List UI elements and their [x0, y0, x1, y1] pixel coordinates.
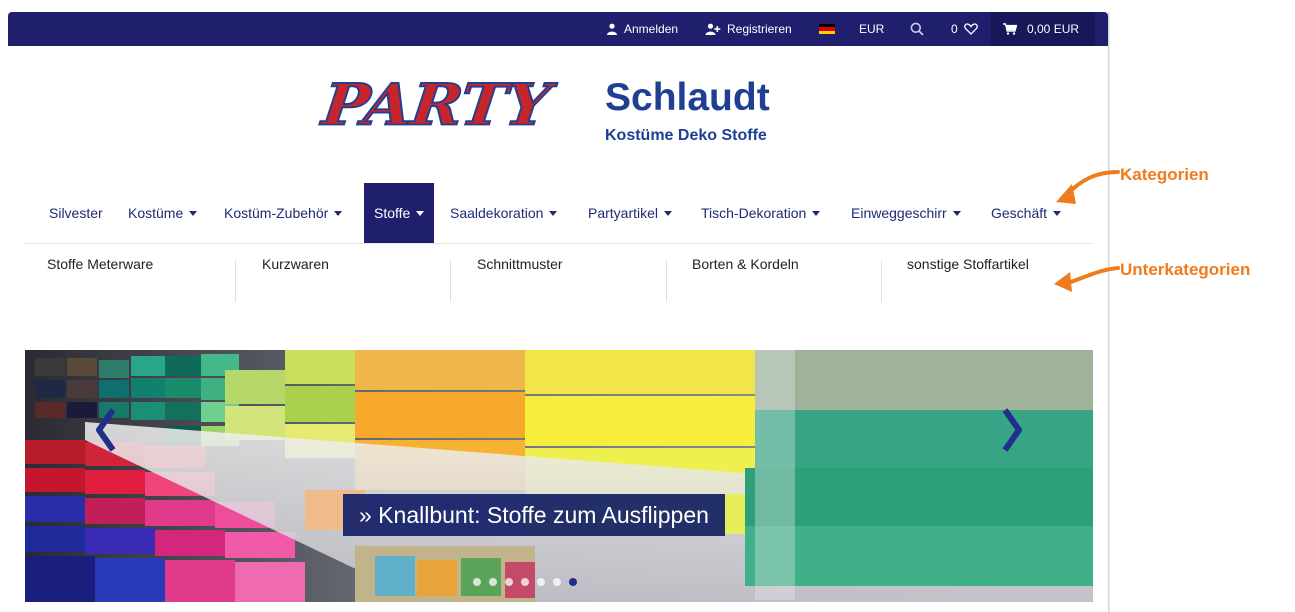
caret-down-icon	[334, 211, 343, 216]
subcategory-schnittmuster[interactable]: Schnittmuster	[455, 256, 563, 302]
subcategory-borten-kordeln[interactable]: Borten & Kordeln	[670, 256, 799, 302]
category-label: Saaldekoration	[450, 205, 544, 221]
currency-selector[interactable]: EUR	[859, 12, 884, 46]
slider-dot[interactable]	[505, 578, 513, 586]
logo-name-text: Schlaudt	[605, 76, 770, 119]
subcategory-label: sonstige Stoffartikel	[907, 256, 1029, 272]
subcategory-stoffe-meterware[interactable]: Stoffe Meterware	[25, 256, 153, 302]
category-label: Kostüme	[128, 205, 184, 221]
wishlist-button[interactable]: 0	[951, 12, 978, 46]
category-label: Silvester	[49, 205, 103, 221]
search-button[interactable]	[910, 12, 924, 46]
category-label: Stoffe	[374, 205, 411, 221]
caret-down-icon	[952, 211, 961, 216]
slider-dot[interactable]	[473, 578, 481, 586]
subcategory-kurzwaren[interactable]: Kurzwaren	[240, 256, 329, 302]
register-label: Registrieren	[727, 22, 792, 36]
slider-dots	[473, 578, 577, 586]
slider-caption[interactable]: » Knallbunt: Stoffe zum Ausflippen	[343, 494, 725, 536]
logo-party-text: PARTY	[318, 70, 554, 139]
slider-dot[interactable]	[553, 578, 561, 586]
wishlist-count: 0	[951, 22, 958, 36]
category-label: Einweggeschirr	[851, 205, 947, 221]
category-label: Tisch-Dekoration	[701, 205, 807, 221]
slider-caption-text: » Knallbunt: Stoffe zum Ausflippen	[359, 501, 709, 528]
cart-icon	[1003, 23, 1018, 35]
subcategory-sonstige-stoffartikel[interactable]: sonstige Stoffartikel	[885, 256, 1029, 302]
caret-down-icon	[189, 211, 198, 216]
category-silvester[interactable]: Silvester	[49, 183, 103, 243]
cart-button[interactable]: 0,00 EUR	[991, 12, 1095, 46]
subcategory-divider	[450, 260, 451, 302]
category-stoffe[interactable]: Stoffe	[364, 183, 435, 243]
annotation-categories: Kategorien	[1120, 165, 1209, 184]
subcategory-divider	[235, 260, 236, 302]
subcategory-panel: Stoffe Meterware Kurzwaren Schnittmuster…	[25, 243, 1093, 344]
german-flag-icon	[819, 24, 835, 34]
category-nav: Silvester Kostüme Kostüm-Zubehör Stoffe …	[8, 183, 1108, 243]
category-kostuem-zubehoer[interactable]: Kostüm-Zubehör	[224, 183, 343, 243]
annotation-arrows	[1054, 170, 1120, 292]
subcategory-label: Borten & Kordeln	[692, 256, 799, 272]
slider-dot[interactable]	[521, 578, 529, 586]
annotation-arrow-categories	[1064, 170, 1120, 198]
category-saaldekoration[interactable]: Saaldekoration	[450, 183, 558, 243]
category-label: Kostüm-Zubehör	[224, 205, 329, 221]
register-link[interactable]: Registrieren	[705, 12, 792, 46]
subcategory-label: Schnittmuster	[477, 256, 563, 272]
fabric-shelf-image	[25, 350, 1093, 602]
currency-label: EUR	[859, 22, 885, 36]
login-label: Anmelden	[624, 22, 679, 36]
shop-window: Anmelden Registrieren EUR 0 0,00 EUR PAR…	[8, 12, 1108, 612]
slider-dot-active[interactable]	[569, 578, 577, 586]
caret-down-icon	[812, 211, 821, 216]
language-selector[interactable]	[819, 12, 835, 46]
slider-dot[interactable]	[489, 578, 497, 586]
arrow-head-icon	[1054, 272, 1072, 292]
category-einweggeschirr[interactable]: Einweggeschirr	[851, 183, 961, 243]
caret-down-icon	[664, 211, 673, 216]
caret-down-icon	[549, 211, 558, 216]
slider-next-button[interactable]	[997, 400, 1027, 460]
subcategory-label: Kurzwaren	[262, 256, 329, 272]
category-label: Geschäft	[991, 205, 1048, 221]
subcategory-label: Stoffe Meterware	[47, 256, 154, 272]
category-kostueme[interactable]: Kostüme	[128, 183, 198, 243]
annotation-subcategories: Unterkategorien	[1120, 260, 1251, 279]
search-icon	[910, 22, 924, 36]
caret-down-icon	[416, 211, 425, 216]
hero-slider: » Knallbunt: Stoffe zum Ausflippen	[25, 350, 1093, 602]
category-label: Partyartikel	[588, 205, 659, 221]
heart-icon	[963, 23, 978, 35]
slider-dot[interactable]	[537, 578, 545, 586]
user-icon	[606, 23, 618, 35]
user-plus-icon	[705, 23, 721, 35]
shop-logo[interactable]: PARTY Schlaudt Kostüme Deko Stoffe	[318, 64, 797, 168]
logo-tagline: Kostüme Deko Stoffe	[605, 127, 767, 144]
category-tisch-dekoration[interactable]: Tisch-Dekoration	[701, 183, 821, 243]
cart-total: 0,00 EUR	[1027, 22, 1080, 36]
top-bar: Anmelden Registrieren EUR 0 0,00 EUR	[8, 12, 1108, 46]
annotation-arrow-subcategories	[1062, 266, 1120, 286]
slider-prev-button[interactable]	[91, 400, 121, 460]
subcategory-divider	[881, 260, 882, 302]
subcategory-divider	[666, 260, 667, 302]
login-link[interactable]: Anmelden	[606, 12, 678, 46]
category-partyartikel[interactable]: Partyartikel	[588, 183, 673, 243]
cart-content: 0,00 EUR	[1003, 12, 1079, 46]
